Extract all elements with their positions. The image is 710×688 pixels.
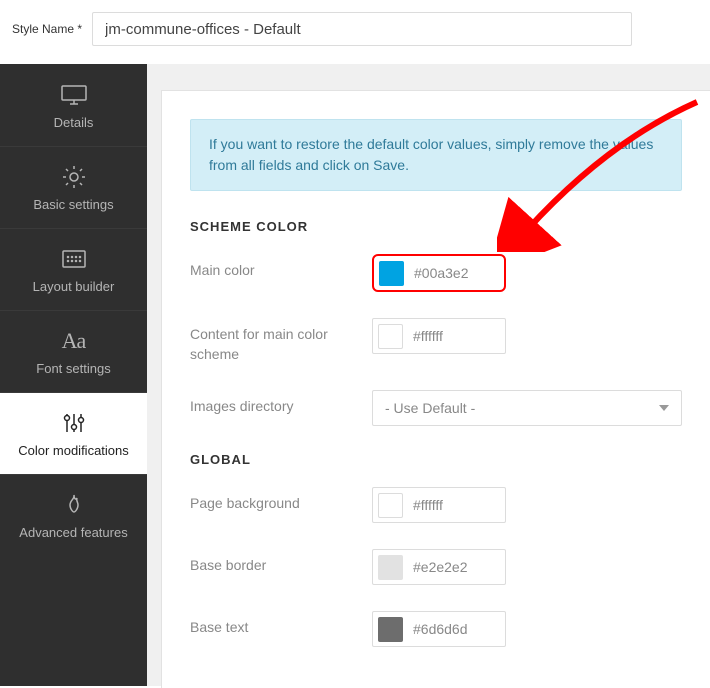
sidebar-item-layout-builder[interactable]: Layout builder: [0, 228, 147, 310]
field-page-background: Page background: [190, 487, 682, 523]
base-text-text[interactable]: [413, 621, 493, 637]
sidebar-item-label: Color modifications: [18, 443, 129, 458]
field-base-border: Base border: [190, 549, 682, 585]
style-name-label: Style Name *: [12, 22, 82, 36]
page-background-text[interactable]: [413, 497, 493, 513]
base-border-input[interactable]: [372, 549, 506, 585]
sidebar-item-label: Advanced features: [19, 525, 127, 540]
monitor-icon: [60, 81, 88, 109]
base-text-input[interactable]: [372, 611, 506, 647]
color-swatch: [378, 324, 403, 349]
section-scheme-color-title: SCHEME COLOR: [190, 219, 682, 234]
sidebar-item-label: Font settings: [36, 361, 110, 376]
content-color-input[interactable]: [372, 318, 506, 354]
color-swatch: [378, 493, 403, 518]
info-notice: If you want to restore the default color…: [190, 119, 682, 191]
field-label: Base text: [190, 611, 372, 638]
base-border-text[interactable]: [413, 559, 493, 575]
page-background-input[interactable]: [372, 487, 506, 523]
main-color-input[interactable]: [372, 254, 506, 292]
font-icon: Aa: [60, 327, 88, 355]
field-label: Base border: [190, 549, 372, 576]
gear-icon: [60, 163, 88, 191]
color-swatch: [379, 261, 404, 286]
sidebar-item-label: Details: [54, 115, 94, 130]
sliders-icon: [60, 409, 88, 437]
sidebar-item-details[interactable]: Details: [0, 64, 147, 146]
main-color-text[interactable]: [414, 265, 494, 281]
field-images-directory: Images directory - Use Default -: [190, 390, 682, 426]
sidebar-item-label: Layout builder: [33, 279, 115, 294]
field-label: Images directory: [190, 390, 372, 417]
field-base-text: Base text: [190, 611, 682, 647]
flame-icon: [60, 491, 88, 519]
sidebar-item-label: Basic settings: [33, 197, 113, 212]
sidebar-item-font-settings[interactable]: Aa Font settings: [0, 310, 147, 392]
color-swatch: [378, 555, 403, 580]
field-label: Content for main color scheme: [190, 318, 372, 364]
sidebar-item-advanced-features[interactable]: Advanced features: [0, 474, 147, 556]
sidebar-item-basic-settings[interactable]: Basic settings: [0, 146, 147, 228]
sidebar: Details Basic settings Layout builder Aa…: [0, 64, 147, 686]
grid-icon: [60, 245, 88, 273]
field-label: Main color: [190, 254, 372, 281]
settings-panel: If you want to restore the default color…: [161, 90, 710, 688]
sidebar-item-color-modifications[interactable]: Color modifications: [0, 392, 147, 474]
field-content-color: Content for main color scheme: [190, 318, 682, 364]
style-name-input[interactable]: [92, 12, 632, 46]
content-color-text[interactable]: [413, 328, 493, 344]
top-bar: Style Name *: [0, 0, 710, 64]
images-directory-select[interactable]: - Use Default -: [372, 390, 682, 426]
color-swatch: [378, 617, 403, 642]
main-area: If you want to restore the default color…: [147, 64, 710, 686]
field-label: Page background: [190, 487, 372, 514]
section-global-title: GLOBAL: [190, 452, 682, 467]
field-main-color: Main color: [190, 254, 682, 292]
